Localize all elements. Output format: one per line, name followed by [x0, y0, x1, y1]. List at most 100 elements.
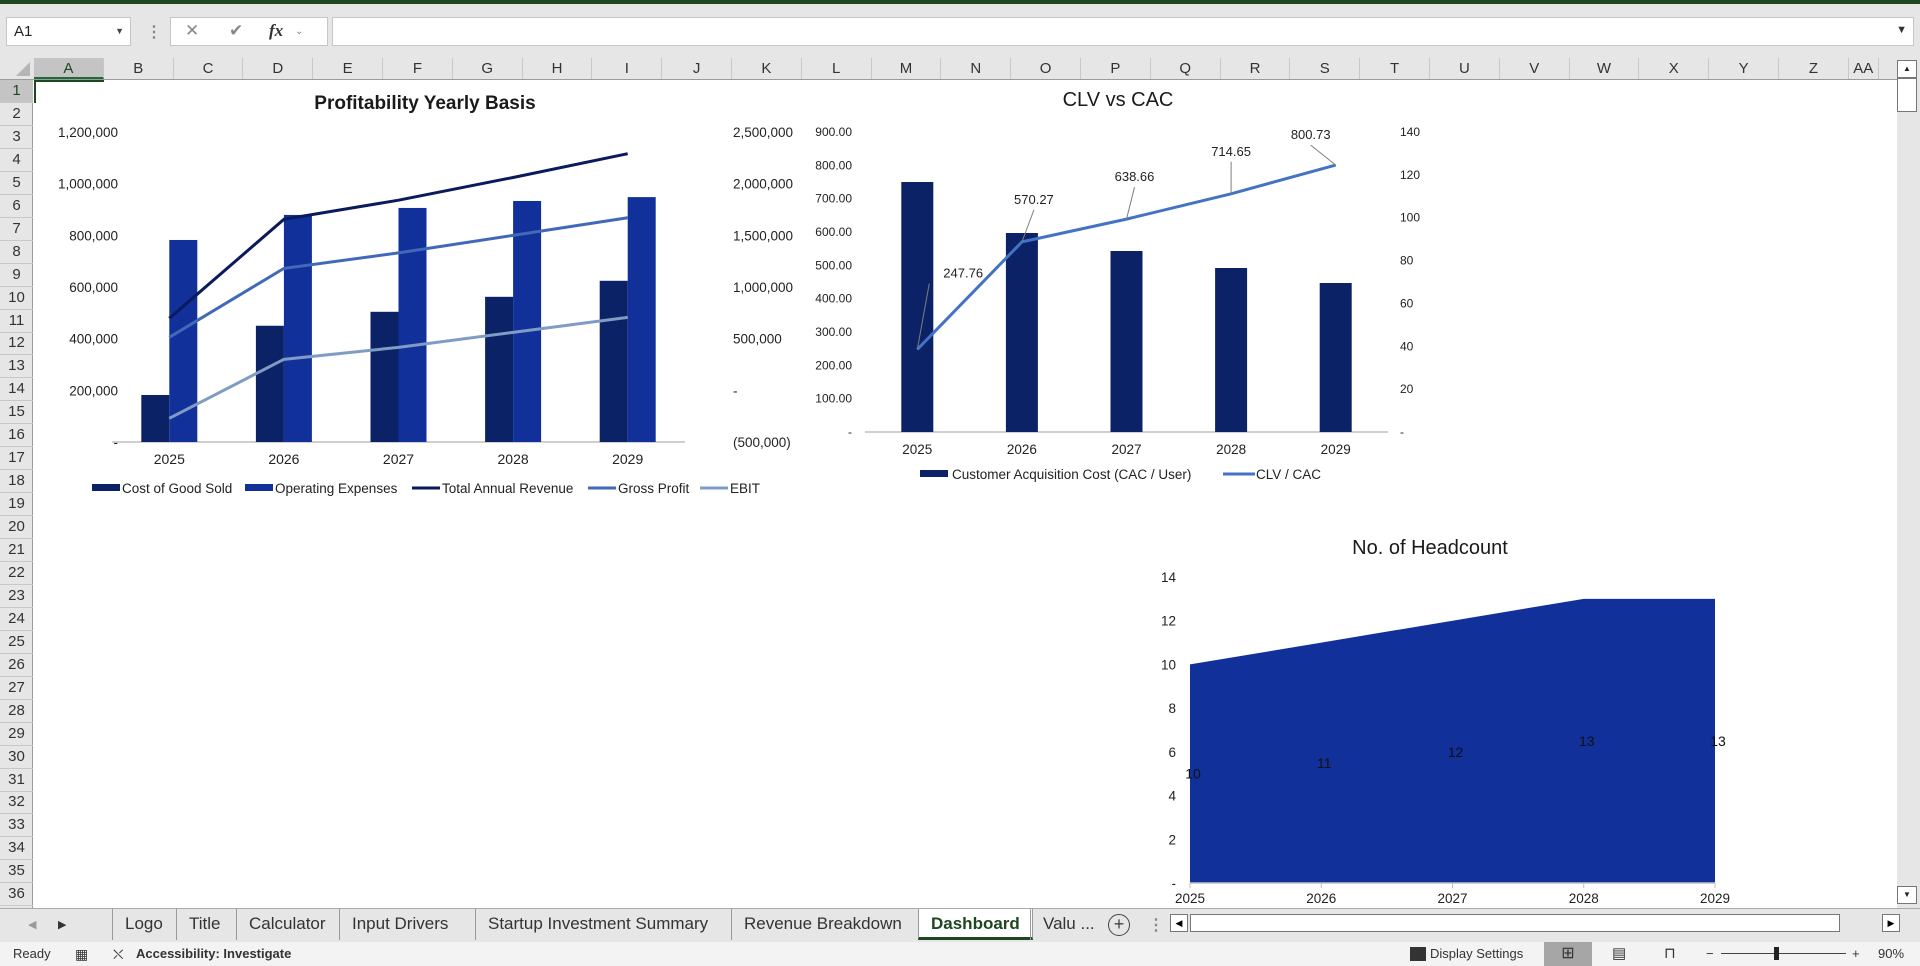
- row-header-8[interactable]: 8: [0, 241, 33, 264]
- sheet-tab-dashboard[interactable]: Dashboard: [918, 909, 1033, 940]
- row-header-28[interactable]: 28: [0, 700, 33, 723]
- row-header-18[interactable]: 18: [0, 470, 33, 494]
- column-header-f[interactable]: F: [383, 58, 453, 79]
- insert-function-icon[interactable]: fx: [269, 21, 283, 41]
- column-header-c[interactable]: C: [174, 58, 244, 79]
- row-header-14[interactable]: 14: [0, 378, 33, 402]
- column-header-p[interactable]: P: [1081, 58, 1151, 79]
- row-header-32[interactable]: 32: [0, 791, 33, 815]
- chart-profitability[interactable]: Profitability Yearly Basis - 200,000 400,00…: [40, 84, 810, 504]
- sheet-tab-logo[interactable]: Logo: [112, 909, 175, 940]
- column-header-n[interactable]: N: [941, 58, 1012, 79]
- zoom-percentage[interactable]: 90%: [1878, 946, 1904, 961]
- row-header-6[interactable]: 6: [0, 195, 33, 218]
- name-box[interactable]: A1 ▼: [6, 17, 131, 46]
- horizontal-scroll-thumb[interactable]: [1190, 914, 1840, 932]
- more-options-icon[interactable]: ⋮: [146, 22, 162, 42]
- row-header-2[interactable]: 2: [0, 103, 33, 126]
- row-header-3[interactable]: 3: [0, 126, 33, 149]
- row-header-12[interactable]: 12: [0, 332, 33, 356]
- row-header-21[interactable]: 21: [0, 539, 33, 562]
- row-header-17[interactable]: 17: [0, 447, 33, 471]
- column-header-t[interactable]: T: [1360, 58, 1430, 79]
- page-layout-view-button[interactable]: ▤: [1612, 944, 1626, 962]
- row-header-30[interactable]: 30: [0, 746, 33, 769]
- zoom-in-button[interactable]: +: [1852, 946, 1860, 961]
- zoom-slider-handle[interactable]: [1774, 947, 1779, 960]
- page-break-view-button[interactable]: ⊓: [1664, 944, 1676, 962]
- row-header-11[interactable]: 11: [0, 310, 33, 333]
- horizontal-scrollbar[interactable]: ◀ ▶: [1170, 914, 1900, 934]
- cancel-icon[interactable]: ✕: [185, 21, 199, 41]
- row-header-16[interactable]: 16: [0, 424, 33, 448]
- row-header-29[interactable]: 29: [0, 723, 33, 746]
- column-header-aa[interactable]: AA: [1849, 58, 1879, 79]
- row-header-1[interactable]: 1: [0, 80, 33, 103]
- sheet-tab-title[interactable]: Title: [176, 909, 233, 940]
- column-header-g[interactable]: G: [453, 58, 523, 79]
- row-header-22[interactable]: 22: [0, 562, 33, 585]
- select-all-button[interactable]: [0, 58, 33, 79]
- macro-record-icon[interactable]: ▦: [75, 946, 88, 963]
- row-header-19[interactable]: 19: [0, 493, 33, 517]
- expand-formula-bar-icon[interactable]: ▼: [1896, 24, 1907, 36]
- row-header-9[interactable]: 9: [0, 264, 33, 287]
- row-header-10[interactable]: 10: [0, 287, 33, 310]
- row-header-5[interactable]: 5: [0, 172, 33, 195]
- column-header-m[interactable]: M: [872, 58, 942, 79]
- column-header-w[interactable]: W: [1570, 58, 1640, 79]
- column-header-h[interactable]: H: [523, 58, 593, 79]
- row-header-23[interactable]: 23: [0, 585, 33, 608]
- chart-clv-vs-cac[interactable]: CLV vs CAC - 100.00 200.00 300.00 400.00 500.0…: [800, 84, 1440, 494]
- vertical-scrollbar[interactable]: ▲ ▼: [1897, 58, 1920, 908]
- column-header-u[interactable]: U: [1430, 58, 1500, 79]
- row-header-15[interactable]: 15: [0, 401, 33, 425]
- sheet-tab-valu[interactable]: Valu ...: [1030, 909, 1107, 940]
- enter-icon[interactable]: ✔: [229, 21, 243, 41]
- row-header-7[interactable]: 7: [0, 218, 33, 241]
- function-dropdown-icon[interactable]: ⌄: [295, 26, 303, 37]
- formula-input[interactable]: ▼: [332, 17, 1914, 46]
- row-header-36[interactable]: 36: [0, 883, 33, 907]
- display-settings-icon[interactable]: [1410, 947, 1426, 961]
- row-header-25[interactable]: 25: [0, 631, 33, 654]
- row-header-33[interactable]: 33: [0, 814, 33, 838]
- normal-view-button[interactable]: ⊞: [1544, 942, 1592, 966]
- new-sheet-button[interactable]: +: [1108, 914, 1130, 936]
- column-header-q[interactable]: Q: [1151, 58, 1221, 79]
- display-settings-button[interactable]: Display Settings: [1430, 946, 1523, 961]
- column-header-o[interactable]: O: [1011, 58, 1081, 79]
- zoom-out-button[interactable]: −: [1706, 946, 1714, 961]
- name-box-dropdown-icon[interactable]: ▼: [115, 18, 124, 45]
- vertical-scroll-thumb[interactable]: [1897, 78, 1917, 112]
- column-header-d[interactable]: D: [243, 58, 314, 79]
- column-header-y[interactable]: Y: [1709, 58, 1779, 79]
- column-header-r[interactable]: R: [1221, 58, 1291, 79]
- row-header-34[interactable]: 34: [0, 837, 33, 861]
- chart-headcount[interactable]: No. of Headcount - 2 4 6 8 10 12 14 10 11 12 13 13 202…: [1140, 525, 1760, 908]
- column-header-a[interactable]: A: [34, 58, 104, 79]
- row-header-35[interactable]: 35: [0, 860, 33, 884]
- tab-scroll-right-icon[interactable]: ▶: [58, 918, 66, 931]
- column-header-z[interactable]: Z: [1779, 58, 1849, 79]
- scroll-up-button[interactable]: ▲: [1897, 60, 1917, 78]
- row-header-24[interactable]: 24: [0, 608, 33, 631]
- sheet-tab-startup-investment-summary[interactable]: Startup Investment Summary: [475, 909, 720, 940]
- scroll-left-button[interactable]: ◀: [1170, 914, 1188, 932]
- column-header-i[interactable]: I: [592, 58, 663, 79]
- column-header-e[interactable]: E: [313, 58, 383, 79]
- scroll-right-button[interactable]: ▶: [1882, 914, 1900, 932]
- column-header-x[interactable]: X: [1639, 58, 1710, 79]
- column-header-j[interactable]: J: [662, 58, 732, 79]
- row-header-27[interactable]: 27: [0, 677, 33, 700]
- column-header-v[interactable]: V: [1500, 58, 1570, 79]
- column-header-l[interactable]: L: [802, 58, 872, 79]
- row-header-31[interactable]: 31: [0, 769, 33, 792]
- row-header-26[interactable]: 26: [0, 654, 33, 677]
- accessibility-status[interactable]: Accessibility: Investigate: [136, 946, 291, 961]
- tab-options-icon[interactable]: ⋮: [1148, 915, 1164, 935]
- zoom-slider[interactable]: [1721, 953, 1846, 954]
- column-header-b[interactable]: B: [104, 58, 174, 79]
- row-header-13[interactable]: 13: [0, 355, 33, 379]
- row-header-4[interactable]: 4: [0, 149, 33, 172]
